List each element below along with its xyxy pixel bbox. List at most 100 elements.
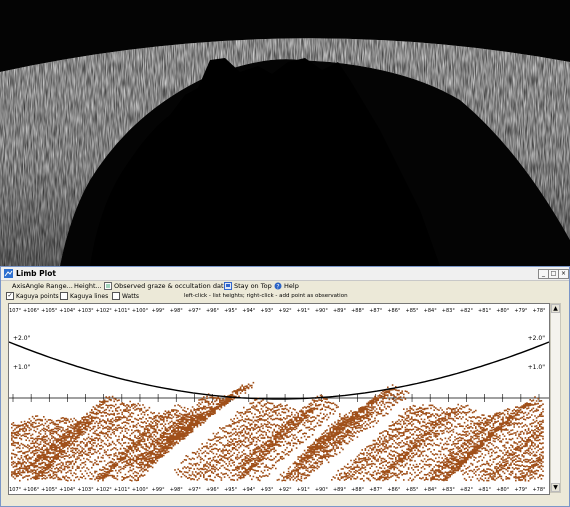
top-tick-label: +78°: [532, 308, 546, 314]
bottom-tick-label: +95°: [224, 487, 238, 493]
bottom-tick-label: +101°: [114, 487, 131, 493]
top-tick-label: +89°: [333, 308, 347, 314]
title-bar[interactable]: Limb Plot _ □ ×: [1, 267, 569, 281]
top-tick-label: +83°: [442, 308, 456, 314]
vertical-scrollbar[interactable]: ▲ ▼: [550, 303, 561, 493]
top-tick-label: +106°: [23, 308, 40, 314]
bottom-tick-label: +99°: [152, 487, 166, 493]
bottom-tick-label: +85°: [406, 487, 420, 493]
top-tick-label: +82°: [460, 308, 474, 314]
top-tick-label: +92°: [279, 308, 293, 314]
bottom-tick-label: +84°: [424, 487, 438, 493]
menu-stay-on-top[interactable]: Stay on Top: [224, 281, 272, 291]
bottom-tick-label: +90°: [315, 487, 329, 493]
top-tick-label: +91°: [297, 308, 311, 314]
top-tick-label: +103°: [77, 308, 94, 314]
checkbox-empty-icon: [60, 291, 68, 300]
bottom-tick-label: +105°: [41, 487, 58, 493]
bottom-tick-label: +103°: [77, 487, 94, 493]
bottom-tick-label: +94°: [242, 487, 256, 493]
bottom-tick-label: +93°: [260, 487, 274, 493]
bottom-tick-label: +86°: [387, 487, 401, 493]
right-axis-label: +2.0": [528, 335, 546, 342]
bottom-tick-label: +82°: [460, 487, 474, 493]
top-tick-label: +96°: [206, 308, 220, 314]
close-button[interactable]: ×: [558, 269, 569, 279]
top-tick-label: +88°: [351, 308, 365, 314]
app-icon: [4, 269, 13, 278]
kaguya-lines-checkbox[interactable]: Kaguya lines: [60, 291, 109, 301]
svg-text:?: ?: [276, 283, 279, 290]
window-title: Limb Plot: [16, 269, 56, 278]
bottom-tick-label: +83°: [442, 487, 456, 493]
limb-curve: [9, 341, 549, 400]
top-tick-label: +107°: [9, 308, 22, 314]
bottom-tick-label: +92°: [279, 487, 293, 493]
scroll-up-icon[interactable]: ▲: [551, 304, 560, 313]
top-tick-label: +85°: [406, 308, 420, 314]
top-tick-label: +90°: [315, 308, 329, 314]
occultation-image: [0, 0, 570, 266]
bottom-tick-label: +91°: [297, 487, 311, 493]
top-tick-label: +95°: [224, 308, 238, 314]
bottom-tick-label: +106°: [23, 487, 40, 493]
bottom-tick-label: +81°: [478, 487, 492, 493]
kaguya-points-checkbox[interactable]: ✓ Kaguya points: [6, 291, 59, 301]
top-tick-label: +93°: [260, 308, 274, 314]
top-tick-label: +104°: [59, 308, 76, 314]
kaguya-lines-label: Kaguya lines: [70, 293, 109, 300]
top-tick-label: +100°: [132, 308, 149, 314]
limb-plot-canvas[interactable]: +107°+106°+105°+104°+103°+102°+101°+100°…: [8, 303, 550, 495]
top-tick-label: +79°: [514, 308, 528, 314]
top-tick-label: +86°: [387, 308, 401, 314]
bottom-tick-label: +80°: [496, 487, 510, 493]
top-tick-label: +102°: [96, 308, 113, 314]
bottom-tick-label: +97°: [188, 487, 202, 493]
data-icon: [104, 282, 112, 290]
scroll-down-icon[interactable]: ▼: [551, 483, 560, 492]
bottom-tick-label: +78°: [532, 487, 546, 493]
top-tick-label: +99°: [152, 308, 166, 314]
bottom-tick-label: +98°: [170, 487, 184, 493]
checkbox-checked-icon: ✓: [6, 291, 14, 300]
menu-observed-label: Observed graze & occultation data: [114, 282, 228, 290]
menu-height[interactable]: Height...: [74, 281, 102, 291]
top-tick-label: +105°: [41, 308, 58, 314]
watts-label: Watts: [122, 293, 140, 300]
kaguya-points-layer: [11, 381, 544, 482]
bottom-tick-label: +104°: [59, 487, 76, 493]
bottom-tick-label: +79°: [514, 487, 528, 493]
kaguya-points-label: Kaguya points: [16, 293, 59, 300]
bottom-tick-label: +89°: [333, 487, 347, 493]
menu-observed-data[interactable]: Observed graze & occultation data: [104, 281, 227, 291]
menu-bar: AxisAngle Range... Height... Observed gr…: [1, 280, 569, 291]
top-tick-label: +98°: [170, 308, 184, 314]
checkbox-empty-icon: [112, 291, 120, 300]
top-tick-label: +94°: [242, 308, 256, 314]
top-tick-label: +84°: [424, 308, 438, 314]
top-tick-label: +80°: [496, 308, 510, 314]
options-bar: ✓ Kaguya points Kaguya lines Watts left-c…: [1, 291, 569, 301]
menu-help[interactable]: ? Help: [274, 281, 299, 291]
menu-stay-on-top-label: Stay on Top: [234, 282, 272, 290]
watts-checkbox[interactable]: Watts: [112, 291, 140, 301]
bottom-tick-label: +88°: [351, 487, 365, 493]
limb-plot-window: Limb Plot _ □ × AxisAngle Range... Heigh…: [0, 266, 570, 507]
top-tick-label: +101°: [114, 308, 131, 314]
bottom-tick-label: +87°: [369, 487, 383, 493]
bottom-tick-label: +96°: [206, 487, 220, 493]
top-tick-label: +87°: [369, 308, 383, 314]
bottom-tick-label: +102°: [96, 487, 113, 493]
bottom-tick-label: +107°: [9, 487, 22, 493]
help-icon: ?: [274, 282, 282, 290]
top-tick-label: +81°: [478, 308, 492, 314]
left-axis-label: +1.0": [13, 364, 31, 371]
right-axis-label: +1.0": [528, 364, 546, 371]
pin-icon: [224, 282, 232, 290]
menu-axis-range[interactable]: AxisAngle Range...: [12, 281, 73, 291]
menu-help-label: Help: [284, 282, 299, 290]
click-hint: left-click - list heights; right-click -…: [184, 293, 348, 299]
left-axis-label: +2.0": [13, 335, 31, 342]
top-tick-label: +97°: [188, 308, 202, 314]
kaguya-points: [11, 381, 544, 482]
